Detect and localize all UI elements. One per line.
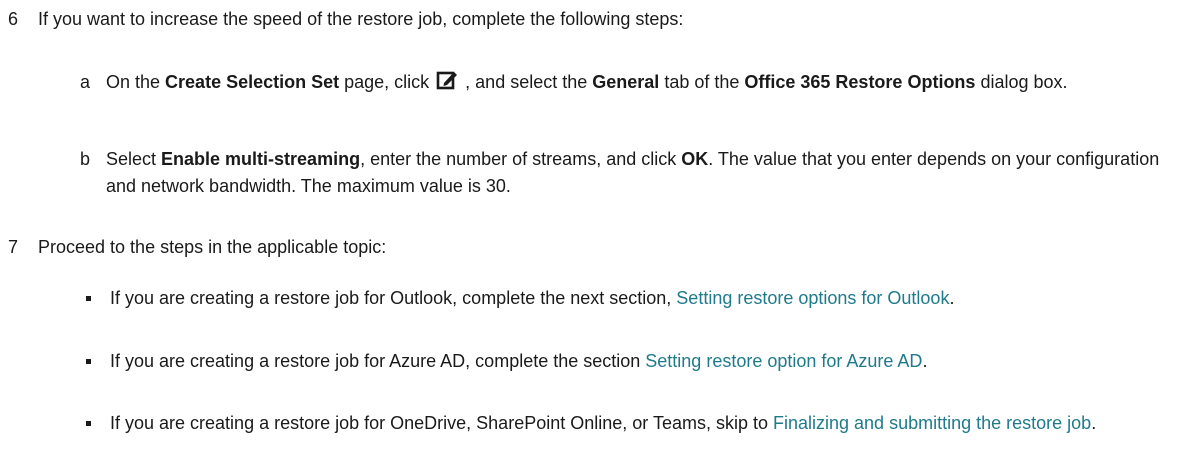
ui-term-general: General (592, 72, 660, 92)
substep-letter: a (80, 72, 91, 92)
bullet-marker (86, 296, 91, 301)
text-run: If you are creating a restore job for On… (110, 413, 773, 433)
text-run: On the (106, 72, 166, 92)
substep-a-text: On the Create Selection Set page, click … (106, 69, 1166, 96)
link-setting-restore-option-azure-ad[interactable]: Setting restore option for Azure AD (645, 351, 922, 371)
text-run: , enter the number of streams, and click (360, 149, 682, 169)
substep-b-text: Select Enable multi-streaming, enter the… (106, 146, 1166, 200)
link-finalizing-submitting-restore-job[interactable]: Finalizing and submitting the restore jo… (773, 413, 1091, 433)
bullet-marker (86, 359, 91, 364)
step-text: Proceed to the steps in the applicable t… (38, 237, 387, 257)
ui-term-enable-multi-streaming: Enable multi-streaming (161, 149, 361, 169)
text-run: . (922, 351, 928, 371)
text-run: tab of the (659, 72, 745, 92)
text-run: Select (106, 149, 162, 169)
link-setting-restore-options-outlook[interactable]: Setting restore options for Outlook (676, 288, 949, 308)
step-text: If you want to increase the speed of the… (38, 9, 684, 29)
ui-term-create-selection-set: Create Selection Set (165, 72, 340, 92)
ui-term-ok: OK (681, 149, 709, 169)
step-number: 7 (8, 237, 19, 257)
text-run: If you are creating a restore job for Ou… (110, 288, 677, 308)
ui-term-office-365-restore-options: Office 365 Restore Options (744, 72, 976, 92)
text-run: . (949, 288, 955, 308)
text-run: , and select the (460, 72, 593, 92)
substep-letter: b (80, 149, 91, 169)
text-run: dialog box. (975, 72, 1068, 92)
edit-icon (436, 69, 458, 91)
bullet-text: If you are creating a restore job for On… (110, 410, 1170, 437)
text-run: . (1091, 413, 1097, 433)
text-run: If you are creating a restore job for Az… (110, 351, 646, 371)
bullet-text: If you are creating a restore job for Ou… (110, 285, 1170, 312)
step-number: 6 (8, 9, 19, 29)
bullet-marker (86, 421, 91, 426)
text-run: page, click (339, 72, 435, 92)
bullet-text: If you are creating a restore job for Az… (110, 348, 1170, 375)
